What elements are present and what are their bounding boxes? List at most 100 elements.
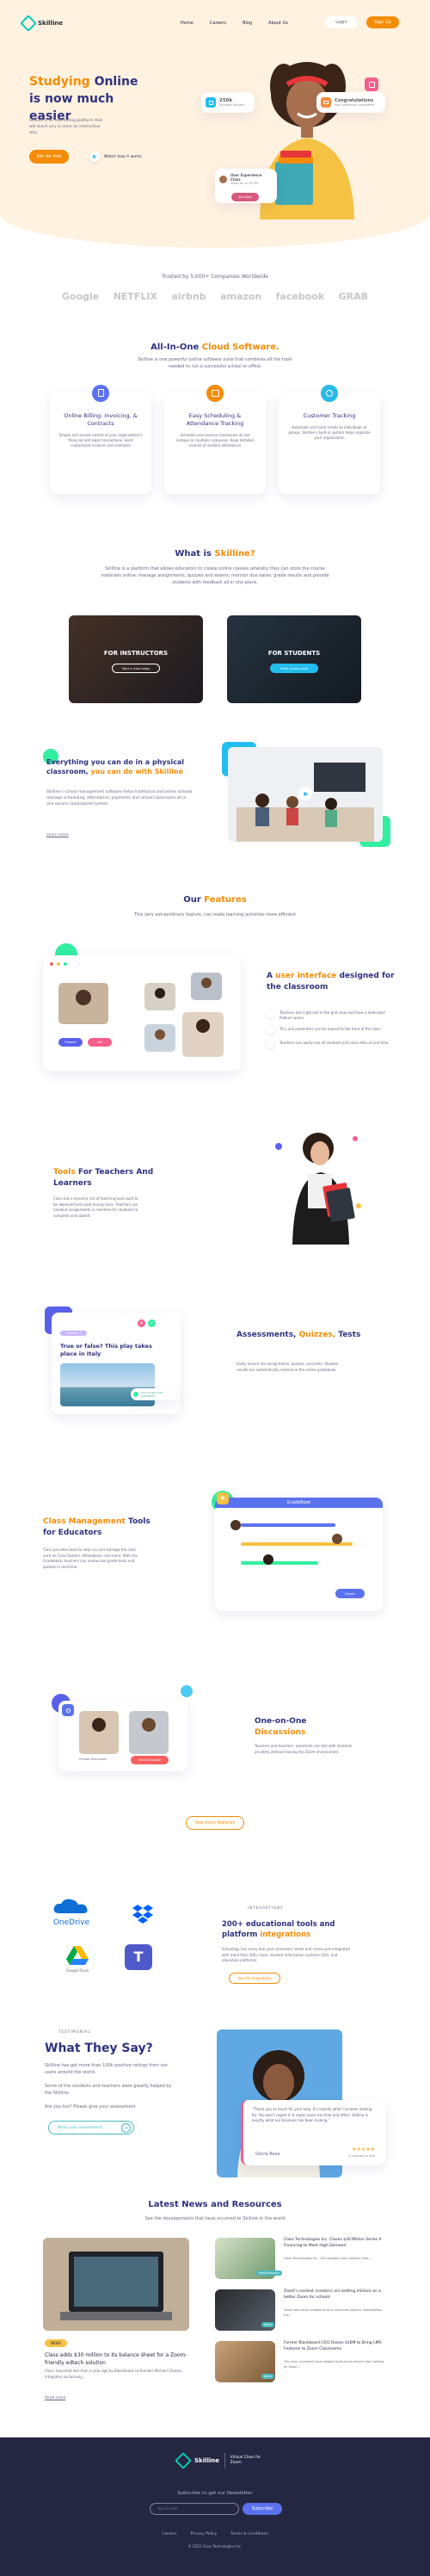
see-more-features-button[interactable]: See more features <box>186 1816 244 1830</box>
discussion-mock: Private Discussion End Discussion <box>58 1701 187 1771</box>
instructors-label: FOR INSTRUCTORS <box>103 650 169 657</box>
features-title-a: Our <box>183 895 201 905</box>
footer-link-terms[interactable]: Terms & Conditions <box>230 2532 267 2536</box>
subscribe-button[interactable]: Subscribe <box>243 2503 282 2515</box>
star-badge: ★ <box>217 1492 229 1504</box>
export-button[interactable]: Export <box>335 1589 365 1598</box>
watch-video[interactable]: Watch how it works <box>89 151 142 162</box>
news-main-image[interactable] <box>43 2238 189 2331</box>
badge1-text: Assisted Student <box>219 103 245 107</box>
instructors-card[interactable]: FOR INSTRUCTORS Start a class today <box>69 615 203 703</box>
integrations-kicker: INTEGRATIONS <box>248 1906 284 1910</box>
nav-about[interactable]: About Us <box>268 21 288 26</box>
what-desc: Skilline is a platform that allows educa… <box>101 566 329 585</box>
physical-title-b: you can do with Skilline <box>90 768 183 775</box>
news-desc: See the developments that have occurred … <box>144 2216 286 2221</box>
testimonial-kicker: TESTIMONIAL <box>58 2029 91 2034</box>
news-item-tag: NEWS <box>261 2374 275 2379</box>
tools-title: Tools For Teachers And Learners <box>53 1167 165 1189</box>
news-item-title: Former Blackboard CEO Raises $16M to Bri… <box>284 2341 382 2351</box>
access-code-button[interactable]: Enter access code <box>270 664 318 673</box>
present-button[interactable]: Present <box>58 1038 83 1047</box>
news-main-read-more[interactable]: Read more <box>45 2396 65 2400</box>
feature-card-tracking: Customer Tracking Automate and track ema… <box>279 385 380 494</box>
logo-mark <box>175 2452 192 2469</box>
footer-link-careers[interactable]: Careers <box>162 2532 176 2536</box>
nav-home[interactable]: Home <box>181 21 194 26</box>
footer-link-privacy[interactable]: Privacy Policy <box>191 2532 218 2536</box>
nav-blog[interactable]: Blog <box>243 21 252 26</box>
integration-logos: OneDrive Google Drive T <box>47 1898 176 1992</box>
login-button[interactable]: Login <box>325 16 358 28</box>
assess-title-c: Tests <box>338 1331 361 1339</box>
ui-title-b: user interface <box>275 972 337 980</box>
quote-text: “Thank you so much for your help. It’s e… <box>252 2107 372 2122</box>
participant <box>129 1711 169 1754</box>
news-item-text: Zoom was never created to be a consumer … <box>284 2308 383 2317</box>
ui-point: Teachers don’t get lost in the grid view… <box>280 1010 385 1020</box>
assess-title-b: Quizzes, <box>298 1331 336 1339</box>
ui-point: Teachers can easily see all students and… <box>280 1041 390 1045</box>
review-count: 12 reviews at Yelp <box>347 2154 375 2158</box>
trusted-logos: Google NETFLIX airbnb amazon facebook GR… <box>62 291 368 302</box>
physical-title: Everything you can do in a physical clas… <box>46 757 201 776</box>
news-item-title: Class Technologies Inc. Closes $30 Milli… <box>284 2238 382 2248</box>
news-item[interactable]: NEWS Zoom’s earliest investors are betti… <box>215 2289 387 2336</box>
integrations-desc: Schoology has every tool your classroom … <box>222 1947 350 1962</box>
learn-more-link[interactable]: Learn more <box>46 833 69 837</box>
badge-class-invite: User Experience Class Today at 12.00 PM … <box>215 169 277 203</box>
feature-card-text: Schedule and reserve classrooms at one c… <box>175 433 255 448</box>
email-input[interactable] <box>150 2503 239 2515</box>
play-icon[interactable] <box>298 787 312 800</box>
discuss-title-a: One-on-One <box>255 1717 307 1726</box>
onedrive-logo: OneDrive <box>52 1898 90 1927</box>
footer-brand-name: Skilline <box>194 2457 220 2464</box>
news-item-title: Zoom’s earliest investors are betting mi… <box>284 2289 382 2300</box>
play-icon[interactable] <box>89 151 100 162</box>
logo[interactable]: Skilline <box>20 15 63 32</box>
badge3-join-button[interactable]: Join Now <box>231 193 259 201</box>
write-assessment-button[interactable]: Write your assessment → <box>48 2121 134 2134</box>
feature-card-billing: Online Billing, Invoicing, & Contracts S… <box>50 384 151 494</box>
news-item-text: This year, investors have reaped big fin… <box>284 2360 384 2369</box>
students-card[interactable]: FOR STUDENTS Enter access code <box>227 615 361 703</box>
badge2-text: Your admission completed <box>335 103 374 107</box>
gradebook-mock: GradeBook Export <box>215 1498 383 1611</box>
assess-title-a: Assessments, <box>236 1331 297 1339</box>
classroom-image[interactable] <box>228 747 383 842</box>
integrations-title-b: platform <box>222 1930 258 1939</box>
grid-icon <box>267 1010 274 1018</box>
quiz-ok: Your answer was submitted! <box>141 1391 163 1398</box>
news-main-title[interactable]: Class adds $30 million to its balance sh… <box>45 2351 187 2367</box>
features-desc: This very extraordinary feature, can mak… <box>134 912 296 917</box>
nav-careers[interactable]: Careers <box>210 21 226 26</box>
signup-button[interactable]: Sign Up <box>366 16 399 28</box>
ui-points: Teachers don’t get lost in the grid view… <box>267 1010 396 1048</box>
trusted-title: Trusted by 5,000+ Companies Worldwide <box>162 274 268 280</box>
see-integrations-button[interactable]: See All Integrations <box>229 1973 280 1984</box>
discussion-label: Private Discussion <box>79 1757 107 1761</box>
news-item-tag: NEWS <box>261 2322 275 2327</box>
discuss-desc: Teachers and teachers’ assistants can ta… <box>255 1744 353 1754</box>
ui-mock: Present Call <box>43 955 241 1071</box>
feature-card-title: Online Billing, Invoicing, & Contracts <box>64 411 138 427</box>
start-class-button[interactable]: Start a class today <box>112 664 160 673</box>
google-drive-label: Google Drive <box>66 1968 89 1973</box>
news-item[interactable]: PRESS RELEASE Class Technologies Inc. Cl… <box>215 2238 387 2284</box>
end-discussion-button[interactable]: End Discussion <box>131 1756 169 1764</box>
what-title: What is Skilline? <box>0 549 430 559</box>
group-icon <box>267 1027 274 1035</box>
badge-assisted-students: 250k Assisted Student <box>201 92 255 113</box>
join-button[interactable]: Join for free <box>29 150 69 164</box>
hero-title: Studying Online is now much easier <box>29 73 141 125</box>
software-title-a: All-In-One <box>150 343 200 352</box>
check-icon[interactable]: ✓ <box>148 1319 156 1327</box>
call-button[interactable]: Call <box>88 1038 112 1047</box>
users-icon <box>62 1704 74 1716</box>
logo-google: Google <box>62 291 100 302</box>
badge3-title: User Experience Class <box>230 173 262 182</box>
close-icon[interactable]: × <box>138 1319 145 1327</box>
watch-label: Watch how it works <box>104 154 142 159</box>
what-title-b: Skilline? <box>214 549 255 559</box>
news-item[interactable]: NEWS Former Blackboard CEO Raises $16M t… <box>215 2341 387 2388</box>
